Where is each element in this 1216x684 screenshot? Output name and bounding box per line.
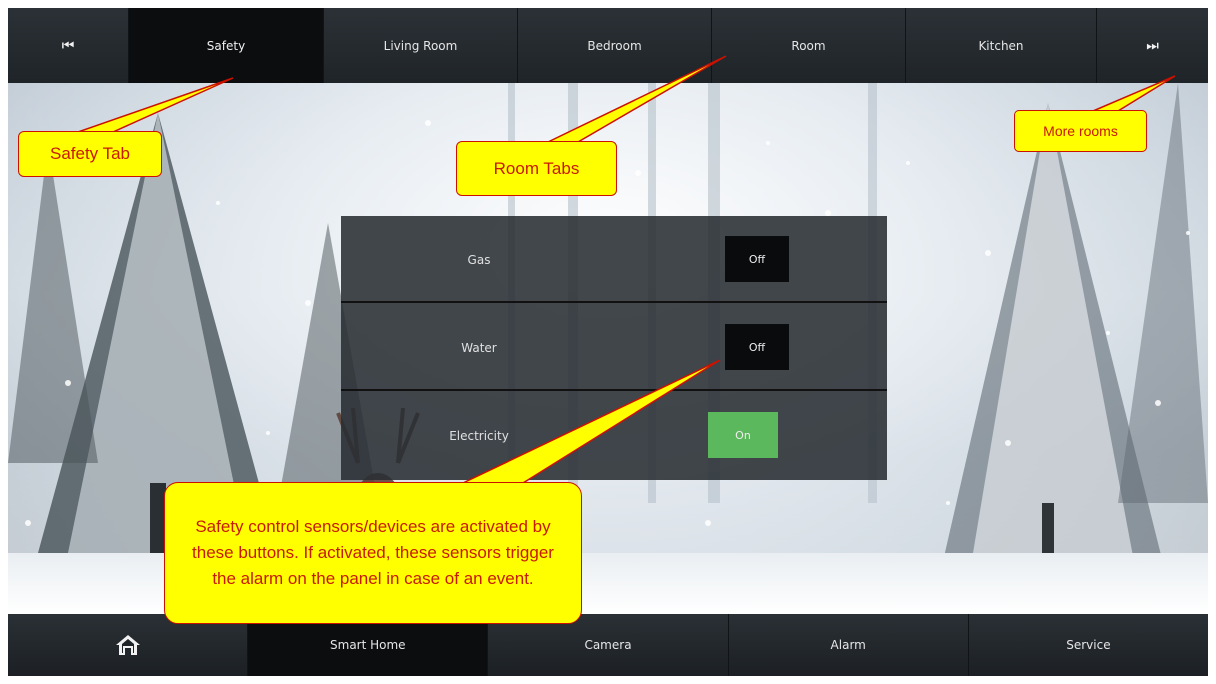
app-frame: ⏮ Safety Living Room Bedroom Room Kitche… [8, 8, 1208, 676]
annotation-more-rooms: More rooms [1014, 110, 1147, 152]
room-tabs-pointer [547, 55, 727, 143]
safety-tab-pointer [77, 77, 234, 133]
annotation-safety-tab: Safety Tab [18, 131, 162, 177]
sensors-pointer [462, 359, 721, 484]
annotation-sensors: Safety control sensors/devices are activ… [164, 482, 582, 624]
more-rooms-pointer [1092, 75, 1176, 112]
annotation-room-tabs: Room Tabs [456, 141, 617, 196]
